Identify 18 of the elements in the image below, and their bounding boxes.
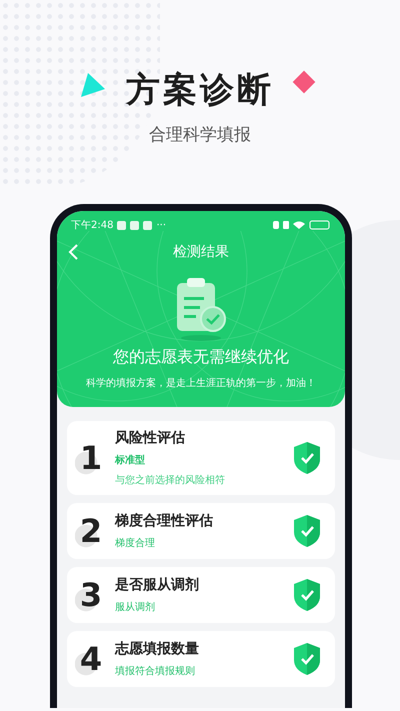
check-result: 标准型	[115, 454, 146, 467]
encouragement-text: 科学的填报方案，是走上生涯正轨的第一步，加油！	[86, 376, 316, 390]
check-title: 梯度合理性评估	[115, 512, 214, 530]
check-result: 梯度合理	[115, 536, 156, 550]
page-title: 检测结果	[173, 244, 229, 260]
check-title: 是否服从调剂	[115, 576, 200, 594]
result-headline: 您的志愿表无需继续优化	[113, 347, 289, 368]
hero-title: 方案诊断	[126, 69, 274, 112]
check-result: 填报符合填报规则	[115, 664, 196, 678]
more-notifications: ···	[156, 220, 166, 230]
hero-subtitle: 合理科学填报	[149, 124, 251, 146]
status-time: 下午2:48	[71, 219, 114, 232]
check-result: 服从调剂	[115, 600, 156, 614]
check-detail: 与您之前选择的风险相符	[115, 474, 226, 487]
triangle-icon	[81, 73, 105, 97]
status-icons	[273, 220, 331, 230]
check-title: 志愿填报数量	[115, 640, 200, 658]
check-title: 风险性评估	[115, 429, 186, 447]
